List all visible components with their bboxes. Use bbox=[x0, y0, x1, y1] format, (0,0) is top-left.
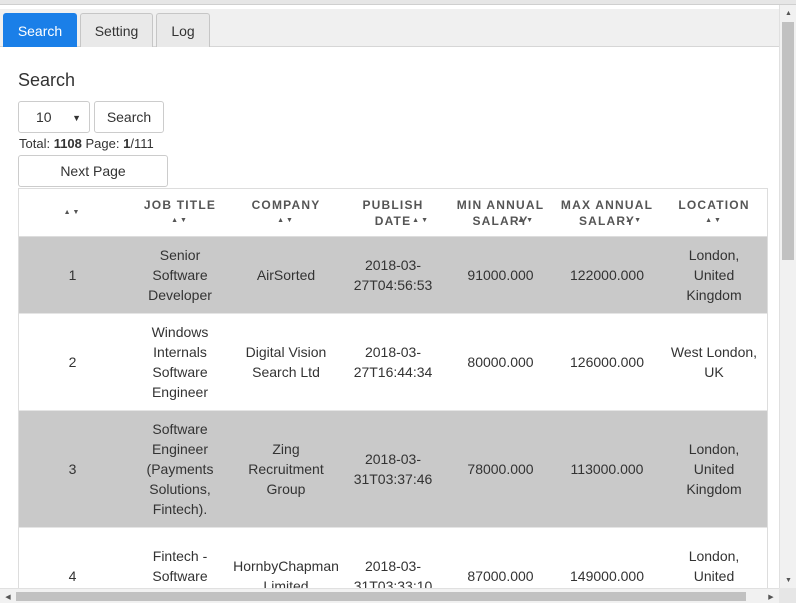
header-max-salary[interactable]: MAX ANNUAL SALARY ▲▼ bbox=[553, 189, 661, 237]
scrollbar-corner bbox=[779, 588, 796, 603]
header-company[interactable]: COMPANY ▲▼ bbox=[234, 189, 338, 237]
sort-icon[interactable]: ▲▼ bbox=[64, 205, 82, 221]
next-page-button[interactable]: Next Page bbox=[18, 155, 168, 187]
total-label: Total: bbox=[19, 136, 54, 151]
sort-icon[interactable]: ▲▼ bbox=[412, 213, 430, 229]
cell-location: London, United Kingdom bbox=[686, 441, 742, 497]
cell-job-title: Windows Internals Software Engineer bbox=[151, 324, 209, 400]
sort-icon[interactable]: ▲▼ bbox=[625, 213, 643, 229]
cell-index: 3 bbox=[68, 461, 77, 477]
cell-location: London, United Kingdom bbox=[686, 247, 742, 303]
cell-index: 4 bbox=[68, 568, 77, 584]
header-label: LOCATION bbox=[678, 198, 750, 212]
caret-down-icon: ▼ bbox=[72, 113, 81, 123]
total-count: 1108 bbox=[53, 136, 82, 151]
tab-setting[interactable]: Setting bbox=[80, 13, 153, 47]
table-row[interactable]: 3 Software Engineer (Payments Solutions,… bbox=[19, 411, 767, 528]
page-title: Search bbox=[18, 70, 76, 90]
cell-job-title: Software Engineer (Payments Solutions, F… bbox=[146, 421, 214, 517]
vertical-scroll-thumb[interactable] bbox=[782, 22, 794, 260]
page-viewport: Search Setting Log Search 10 ▼ Search To… bbox=[0, 5, 779, 588]
sort-icon[interactable]: ▲▼ bbox=[171, 213, 189, 229]
cell-company: HornbyChapman Limited bbox=[233, 558, 339, 588]
horizontal-scroll-thumb[interactable] bbox=[16, 592, 746, 601]
sort-icon[interactable]: ▲▼ bbox=[705, 213, 723, 229]
cell-max-salary: 113000.000 bbox=[570, 461, 644, 477]
cell-max-salary: 122000.000 bbox=[570, 267, 644, 283]
cell-min-salary: 78000.000 bbox=[467, 461, 534, 477]
header-label: COMPANY bbox=[251, 198, 321, 212]
cell-job-title: Fintech - Software engineer bbox=[152, 548, 208, 584]
arrow-up-icon[interactable]: ▲ bbox=[780, 5, 796, 21]
tab-bar: Search Setting Log bbox=[0, 9, 779, 47]
page-size-select[interactable]: 10 ▼ bbox=[18, 101, 90, 133]
results-table: ▲▼ JOB TITLE ▲▼ COMPANY ▲▼ PUBLISH DATE … bbox=[18, 188, 768, 588]
horizontal-scrollbar[interactable]: ◀ ▶ bbox=[0, 588, 779, 603]
header-label: JOB TITLE bbox=[143, 198, 217, 212]
tab-search[interactable]: Search bbox=[3, 13, 77, 47]
vertical-scrollbar[interactable]: ▲ ▼ bbox=[779, 5, 796, 588]
arrow-left-icon[interactable]: ◀ bbox=[0, 589, 16, 604]
cell-publish-date: 2018-03-27T04:56:53 bbox=[353, 257, 433, 293]
cell-min-salary: 91000.000 bbox=[467, 267, 534, 283]
page-count: /111 bbox=[130, 136, 154, 151]
sort-icon[interactable]: ▲▼ bbox=[277, 213, 295, 229]
cell-index: 1 bbox=[68, 267, 77, 283]
cell-max-salary: 126000.000 bbox=[570, 354, 644, 370]
header-job-title[interactable]: JOB TITLE ▲▼ bbox=[126, 189, 234, 237]
page-label: Page: bbox=[81, 136, 124, 151]
header-publish-date[interactable]: PUBLISH DATE ▲▼ bbox=[338, 189, 448, 237]
header-location[interactable]: LOCATION ▲▼ bbox=[661, 189, 767, 237]
arrow-right-icon[interactable]: ▶ bbox=[763, 589, 779, 604]
cell-publish-date: 2018-03-27T16:44:34 bbox=[353, 344, 433, 380]
cell-company: Digital Vision Search Ltd bbox=[245, 344, 327, 380]
cell-publish-date: 2018-03-31T03:37:46 bbox=[353, 451, 433, 487]
cell-company: AirSorted bbox=[256, 267, 316, 283]
result-summary: Total: 1108 Page: 1/111 bbox=[19, 136, 154, 151]
tab-log[interactable]: Log bbox=[156, 13, 210, 47]
header-min-salary[interactable]: MIN ANNUAL SALARY ▲▼ bbox=[448, 189, 553, 237]
cell-publish-date: 2018-03-31T03:33:10 bbox=[353, 558, 433, 588]
table-row[interactable]: 2 Windows Internals Software Engineer Di… bbox=[19, 314, 767, 411]
search-button[interactable]: Search bbox=[94, 101, 164, 133]
cell-job-title: Senior Software Developer bbox=[148, 247, 212, 303]
table-row[interactable]: 1 Senior Software Developer AirSorted 20… bbox=[19, 237, 767, 314]
cell-max-salary: 149000.000 bbox=[570, 568, 644, 584]
cell-index: 2 bbox=[68, 354, 77, 370]
cell-min-salary: 87000.000 bbox=[467, 568, 534, 584]
arrow-down-icon[interactable]: ▼ bbox=[780, 572, 796, 588]
cell-location: West London, UK bbox=[670, 344, 758, 380]
cell-company: Zing Recruitment Group bbox=[248, 441, 324, 497]
cell-location: London, United Kingdom bbox=[688, 548, 740, 584]
cell-min-salary: 80000.000 bbox=[467, 354, 534, 370]
sort-icon[interactable]: ▲▼ bbox=[517, 213, 535, 229]
table-header: ▲▼ JOB TITLE ▲▼ COMPANY ▲▼ PUBLISH DATE … bbox=[19, 189, 767, 237]
header-index[interactable]: ▲▼ bbox=[19, 189, 126, 237]
table-row[interactable]: 4 Fintech - Software engineer HornbyChap… bbox=[19, 528, 767, 588]
page-size-value: 10 bbox=[36, 109, 52, 125]
